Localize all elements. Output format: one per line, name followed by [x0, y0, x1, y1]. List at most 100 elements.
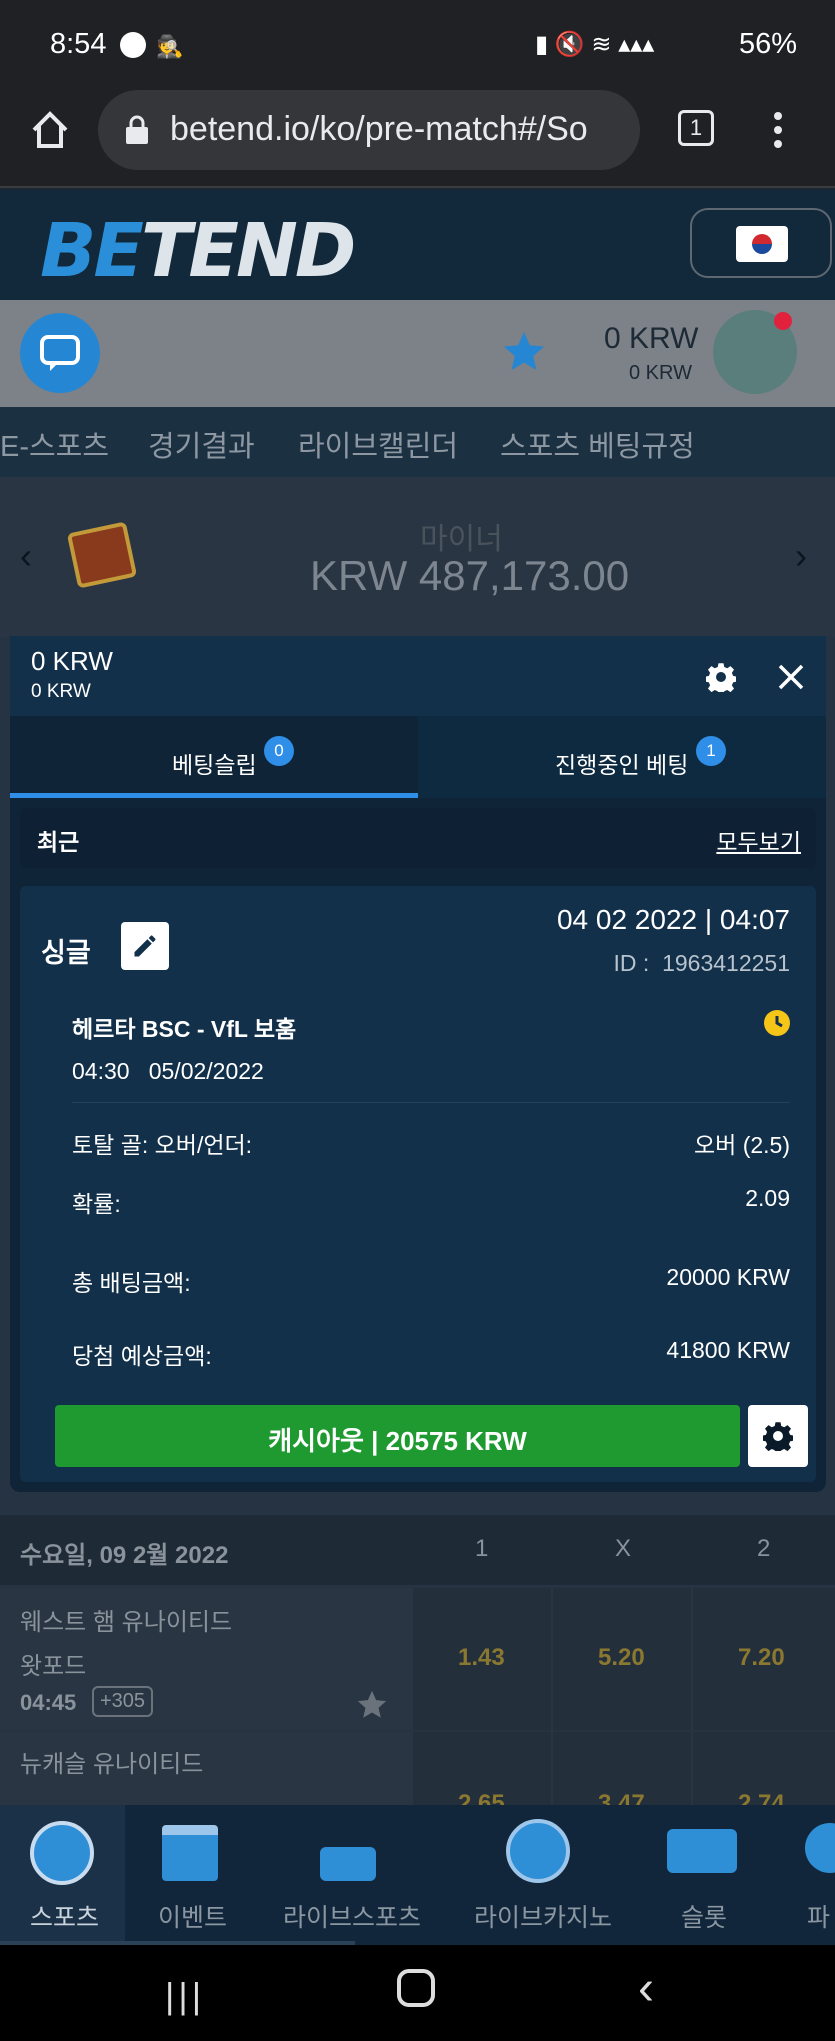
bottom-nav-more[interactable]: 파 — [795, 1805, 835, 1945]
slot-machine-icon — [667, 1829, 737, 1873]
prev-arrow-icon[interactable]: ‹ — [20, 535, 32, 577]
browser-toolbar: betend.io/ko/pre-match#/So 1 — [0, 90, 835, 188]
partial-icon — [805, 1823, 835, 1873]
tab-open-bets-badge: 1 — [696, 736, 726, 766]
nav-live-calendar[interactable]: 라이브캘린더 — [298, 423, 458, 465]
home-icon[interactable] — [28, 108, 72, 152]
clock-icon — [764, 1010, 790, 1036]
betslip-header: 0 KRW 0 KRW — [10, 636, 826, 716]
odds-cell-1[interactable]: 2.65 — [413, 1732, 551, 1807]
tab-switcher-button[interactable]: 1 — [678, 110, 714, 146]
chat-icon — [40, 335, 80, 371]
cashout-label: 캐시아웃 | 20575 KRW — [268, 1426, 527, 1456]
match-time: 04:45 — [20, 1690, 77, 1715]
notification-dot — [774, 312, 792, 330]
home-team: 웨스트 햄 유나이티드 — [20, 1609, 233, 1636]
match-row[interactable]: 뉴캐슬 유나이티드 2.65 3.47 2.74 — [0, 1732, 835, 1807]
bottom-nav-slots[interactable]: 슬롯 — [655, 1805, 750, 1945]
cashout-button[interactable]: 캐시아웃 | 20575 KRW — [55, 1405, 740, 1467]
pencil-icon — [134, 935, 156, 957]
stake-label: 총 배팅금액: — [72, 1270, 191, 1296]
roulette-icon — [506, 1819, 570, 1883]
payout-label: 당첨 예상금액: — [72, 1343, 212, 1369]
market-value: 오버 (2.5) — [693, 1132, 790, 1158]
jackpot-banner: ‹ 마이너 KRW 487,173.00 › — [0, 477, 835, 637]
sports-nav: E-스포츠 경기결과 라이브캘린더 스포츠 베팅규정 — [0, 407, 835, 477]
betslip-tabs: 베팅슬립 0 진행중인 베팅 1 — [10, 716, 826, 798]
bottom-nav-live-casino[interactable]: 라이브카지노 — [468, 1805, 612, 1945]
cashout-settings-button[interactable] — [748, 1405, 808, 1467]
divider — [72, 1102, 790, 1103]
bottom-nav-live-sports[interactable]: 라이브스포츠 — [280, 1805, 421, 1945]
url-text: betend.io/ko/pre-match#/So — [170, 110, 588, 148]
address-bar[interactable]: betend.io/ko/pre-match#/So — [98, 90, 640, 170]
edit-button[interactable] — [121, 922, 169, 970]
nav-results[interactable]: 경기결과 — [148, 423, 255, 465]
tab-betslip[interactable]: 베팅슬립 0 — [10, 716, 418, 798]
back-icon[interactable]: ‹ — [638, 1961, 654, 2016]
odds-cell-2[interactable]: 7.20 — [693, 1588, 835, 1730]
chat-button[interactable] — [20, 313, 100, 393]
soccer-ball-icon — [30, 1821, 94, 1885]
match-name: 헤르타 BSC - VfL 보훔 — [72, 1016, 297, 1042]
recent-apps-icon[interactable]: ||| — [165, 1975, 205, 2017]
user-balance: 0 KRW — [604, 322, 699, 355]
match-time: 04:30 05/02/2022 — [72, 1058, 264, 1084]
odds-cell-x[interactable]: 3.47 — [553, 1732, 691, 1807]
site-header: BETEND — [0, 190, 835, 300]
stake-value: 20000 KRW — [666, 1264, 790, 1290]
bottom-nav: 스포츠 이벤트 라이브스포츠 라이브카지노 슬롯 파 — [0, 1805, 835, 1945]
odds-cell-x[interactable]: 5.20 — [553, 1588, 691, 1730]
language-selector[interactable] — [690, 208, 832, 278]
incognito-icon: 🕵 — [156, 34, 184, 59]
payout-value: 41800 KRW — [666, 1337, 790, 1363]
messenger-icon — [120, 32, 146, 58]
system-status-icons: ▮ 🔇 ≋ ▴▴▴ — [535, 31, 655, 58]
bet-datetime: 04 02 2022 | 04:07 — [556, 904, 790, 935]
home-team: 뉴캐슬 유나이티드 — [20, 1751, 204, 1778]
odds-label: 확률: — [72, 1191, 121, 1217]
favorite-star-icon[interactable] — [355, 1688, 389, 1722]
odds-cell-1[interactable]: 1.43 — [413, 1588, 551, 1730]
bet-type: 싱글 — [41, 938, 91, 968]
match-day: 수요일, 09 2월 2022 — [20, 1542, 229, 1569]
view-all-link[interactable]: 모두보기 — [716, 823, 801, 857]
tab-betslip-badge: 0 — [264, 736, 294, 766]
match-row[interactable]: 웨스트 햄 유나이티드 왓포드 04:45 +305 1.43 5.20 7.2… — [0, 1588, 835, 1730]
betslip-balance: 0 KRW — [31, 646, 113, 676]
nav-betting-rules[interactable]: 스포츠 베팅규정 — [500, 423, 695, 465]
book-icon — [66, 521, 138, 589]
lock-icon — [126, 115, 148, 144]
bet-id: ID : 1963412251 — [613, 950, 790, 976]
close-icon[interactable] — [776, 662, 806, 692]
more-markets-badge[interactable]: +305 — [92, 1686, 154, 1717]
odds-value: 2.09 — [745, 1185, 790, 1211]
odds-cell-2[interactable]: 2.74 — [693, 1732, 835, 1807]
odds-header-1: 1 — [475, 1535, 489, 1562]
odds-header-x: X — [615, 1535, 632, 1562]
home-circle-icon[interactable] — [397, 1969, 435, 2007]
bottom-nav-events[interactable]: 이벤트 — [125, 1805, 250, 1945]
more-menu-icon[interactable] — [770, 108, 786, 152]
battery-level: 56% — [738, 28, 797, 60]
betslip-balance-sub: 0 KRW — [31, 681, 91, 702]
betend-logo[interactable]: BETEND — [40, 208, 356, 294]
settings-gear-icon[interactable] — [706, 662, 736, 692]
away-team: 왓포드 — [20, 1653, 87, 1680]
bet-card: 싱글 04 02 2022 | 04:07 ID : 1963412251 헤르… — [20, 886, 816, 1482]
nav-esports[interactable]: E-스포츠 — [0, 423, 109, 465]
status-time: 8:54 — [50, 28, 107, 60]
live-broadcast-icon — [320, 1847, 376, 1881]
betslip-modal: 0 KRW 0 KRW 베팅슬립 0 진행중인 베팅 1 최근 모두보기 싱글 … — [10, 636, 826, 1492]
favorites-star-icon[interactable] — [500, 328, 548, 376]
jackpot-amount: KRW 487,173.00 — [310, 552, 630, 599]
match-day-header: 수요일, 09 2월 2022 1 X 2 — [0, 1515, 835, 1585]
payout-row: 당첨 예상금액: 41800 KRW — [20, 1337, 816, 1369]
recent-label: 최근 — [37, 829, 80, 855]
bottom-nav-sports[interactable]: 스포츠 — [0, 1805, 125, 1945]
korea-flag-icon — [736, 226, 788, 262]
tab-open-bets-label: 진행중인 베팅 — [555, 752, 689, 778]
gift-icon — [162, 1825, 218, 1881]
next-arrow-icon[interactable]: › — [795, 535, 807, 577]
tab-open-bets[interactable]: 진행중인 베팅 1 — [418, 716, 826, 798]
